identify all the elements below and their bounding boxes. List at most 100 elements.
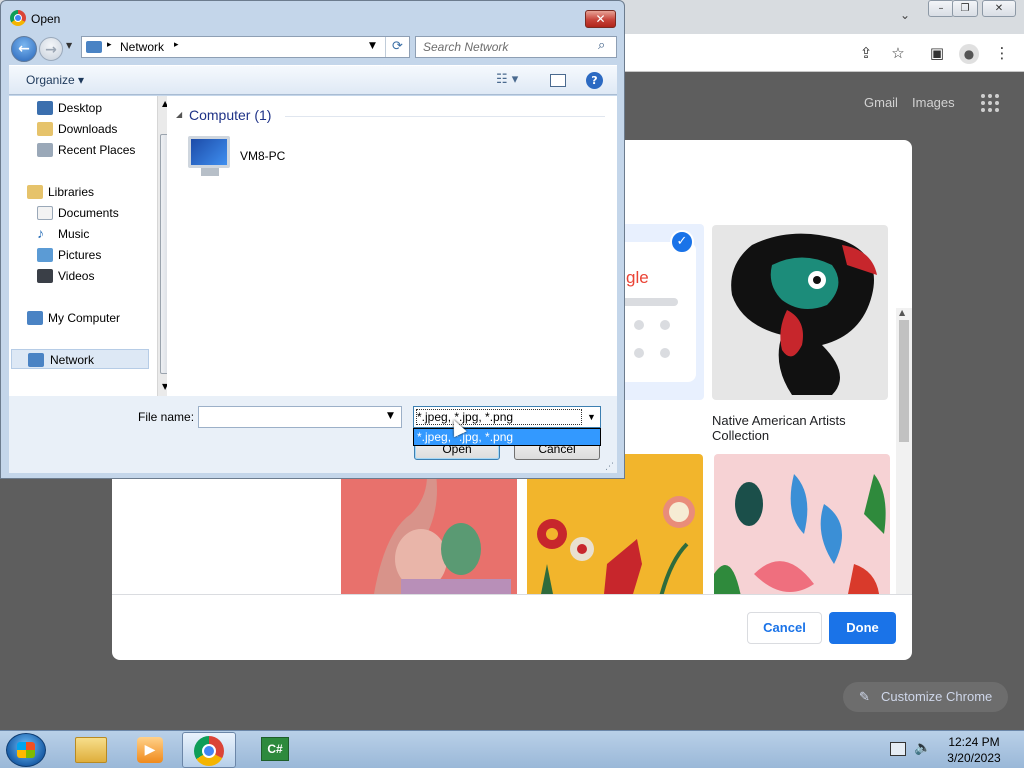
file-type-dropdown-icon[interactable]: ▼	[587, 407, 596, 427]
pictures-icon	[37, 248, 53, 262]
minimize-button[interactable]: –	[928, 0, 954, 17]
modal-done-button[interactable]: Done	[829, 612, 896, 644]
computer-monitor-icon	[188, 136, 230, 168]
documents-icon	[37, 206, 53, 220]
preview-pane-icon[interactable]	[550, 74, 566, 87]
file-name-dropdown-icon[interactable]: ▼	[387, 411, 394, 421]
side-panel-icon[interactable]: ▣	[926, 42, 948, 64]
search-icon: ⌕	[598, 38, 606, 53]
command-bar: Organize ▾ ☷ ▾ ?	[9, 65, 617, 95]
image-tile-native-art[interactable]	[712, 225, 888, 400]
recent-places-icon	[37, 143, 53, 157]
file-type-select[interactable]: *.jpeg, *.jpg, *.png ▼	[413, 406, 601, 428]
back-button[interactable]: ←	[11, 36, 37, 62]
nav-pictures[interactable]: Pictures	[37, 245, 177, 265]
google-logo-text: gle	[626, 268, 649, 287]
clock-date: 3/20/2023	[947, 751, 1001, 765]
resize-grip-icon[interactable]: ⋰	[605, 462, 614, 472]
nav-desktop[interactable]: Desktop	[37, 98, 177, 118]
chrome-menu-icon[interactable]: ⋮	[991, 42, 1013, 64]
computer-group-header[interactable]: Computer (1)	[189, 107, 271, 123]
chrome-app-icon	[10, 10, 26, 26]
address-bar[interactable]: ▸ Network ▸ ▼ ⟳	[81, 36, 410, 58]
nav-network[interactable]: Network	[11, 349, 149, 369]
file-type-selected-value: *.jpeg, *.jpg, *.png	[417, 410, 514, 424]
restore-button[interactable]: ❐	[952, 0, 978, 17]
group-collapse-icon[interactable]: ◢	[176, 110, 182, 119]
image-caption-line1: Native American Artists	[712, 413, 846, 428]
breadcrumb-separator-icon[interactable]: ▸	[107, 40, 112, 50]
footer-divider	[112, 594, 912, 595]
scroll-up-icon[interactable]: ▲	[899, 308, 905, 317]
address-dropdown-icon[interactable]: ▼	[369, 41, 376, 51]
search-placeholder: Search Network	[423, 40, 509, 54]
windows-logo-icon	[17, 742, 35, 758]
nav-my-computer[interactable]: My Computer	[27, 308, 167, 328]
profile-avatar[interactable]: ●	[958, 42, 980, 64]
nav-documents[interactable]: Documents	[37, 203, 177, 223]
customize-chrome-label: Customize Chrome	[881, 689, 993, 704]
csharp-icon: C#	[261, 737, 289, 761]
nav-music[interactable]: ♪ Music	[37, 224, 177, 244]
music-icon: ♪	[37, 225, 44, 241]
libraries-icon	[27, 185, 43, 199]
taskbar-chrome[interactable]	[182, 732, 236, 768]
dialog-close-button[interactable]: ✕	[585, 10, 616, 28]
google-apps-icon[interactable]	[981, 94, 999, 112]
bookmark-star-icon[interactable]: ☆	[887, 42, 909, 64]
change-view-icon[interactable]: ☷ ▾	[496, 72, 518, 87]
pencil-icon: ✎	[859, 689, 870, 704]
selected-check-icon: ✓	[670, 230, 694, 254]
taskbar-media-player[interactable]: ▶	[123, 732, 177, 768]
dialog-title: Open	[31, 12, 61, 26]
gmail-link[interactable]: Gmail	[864, 95, 898, 110]
open-file-dialog: Open ✕ ← → ▼ ▸ Network ▸ ▼ ⟳ Search Netw…	[0, 0, 625, 479]
help-icon[interactable]: ?	[586, 72, 603, 89]
computer-icon	[27, 311, 43, 325]
folder-icon	[75, 737, 107, 763]
customize-chrome-button[interactable]: ✎ Customize Chrome	[843, 682, 1008, 712]
recent-locations-dropdown-icon[interactable]: ▼	[66, 41, 72, 50]
navigation-pane: Desktop Downloads Recent Places Librarie…	[9, 96, 174, 396]
taskbar: ▶ C# 🔈 12:24 PM 3/20/2023	[0, 730, 1024, 768]
computer-item[interactable]: VM8-PC	[185, 134, 295, 180]
image-tile-google[interactable]: gle	[620, 224, 704, 400]
file-type-option[interactable]: *.jpeg, *.jpg, *.png	[413, 428, 601, 446]
network-small-icon	[86, 41, 102, 53]
volume-tray-icon[interactable]: 🔈	[914, 740, 931, 756]
nav-libraries[interactable]: Libraries	[27, 182, 167, 202]
scrollbar-thumb[interactable]	[899, 320, 909, 442]
forward-button[interactable]: →	[39, 37, 63, 61]
close-window-button[interactable]: ✕	[982, 0, 1016, 17]
nav-videos[interactable]: Videos	[37, 266, 177, 286]
image-caption-line2: Collection	[712, 428, 770, 443]
nav-downloads[interactable]: Downloads	[37, 119, 177, 139]
start-button[interactable]	[6, 733, 46, 767]
file-list-pane: ◢ Computer (1) VM8-PC	[167, 96, 617, 396]
images-link[interactable]: Images	[912, 95, 955, 110]
file-name-input[interactable]: ▼	[198, 406, 402, 428]
clock-time: 12:24 PM	[948, 735, 1000, 749]
address-network-segment[interactable]: Network	[120, 40, 164, 54]
group-header-line	[285, 116, 605, 117]
tab-search-icon[interactable]: ⌄	[896, 8, 914, 26]
downloads-icon	[37, 122, 53, 136]
modal-cancel-button[interactable]: Cancel	[747, 612, 822, 644]
network-icon	[28, 353, 44, 367]
organize-button[interactable]: Organize ▾	[26, 73, 84, 87]
taskbar-csharp[interactable]: C#	[247, 732, 301, 768]
refresh-icon[interactable]: ⟳	[385, 37, 409, 57]
nav-recent-places[interactable]: Recent Places	[37, 140, 177, 160]
taskbar-explorer[interactable]	[64, 732, 118, 768]
breadcrumb-chevron-icon[interactable]: ▸	[174, 40, 179, 50]
file-name-label: File name:	[138, 410, 195, 424]
computer-item-label: VM8-PC	[240, 149, 286, 163]
videos-icon	[37, 269, 53, 283]
network-tray-icon[interactable]	[890, 742, 906, 756]
image-grid-scrollbar[interactable]: ▲ ▼	[896, 308, 912, 594]
system-clock[interactable]: 12:24 PM 3/20/2023	[942, 734, 1006, 766]
search-network-input[interactable]: Search Network ⌕	[415, 36, 617, 58]
image-tile-pink-leaves[interactable]	[714, 454, 890, 594]
share-icon[interactable]: ⇪	[855, 42, 877, 64]
desktop-icon	[37, 101, 53, 115]
